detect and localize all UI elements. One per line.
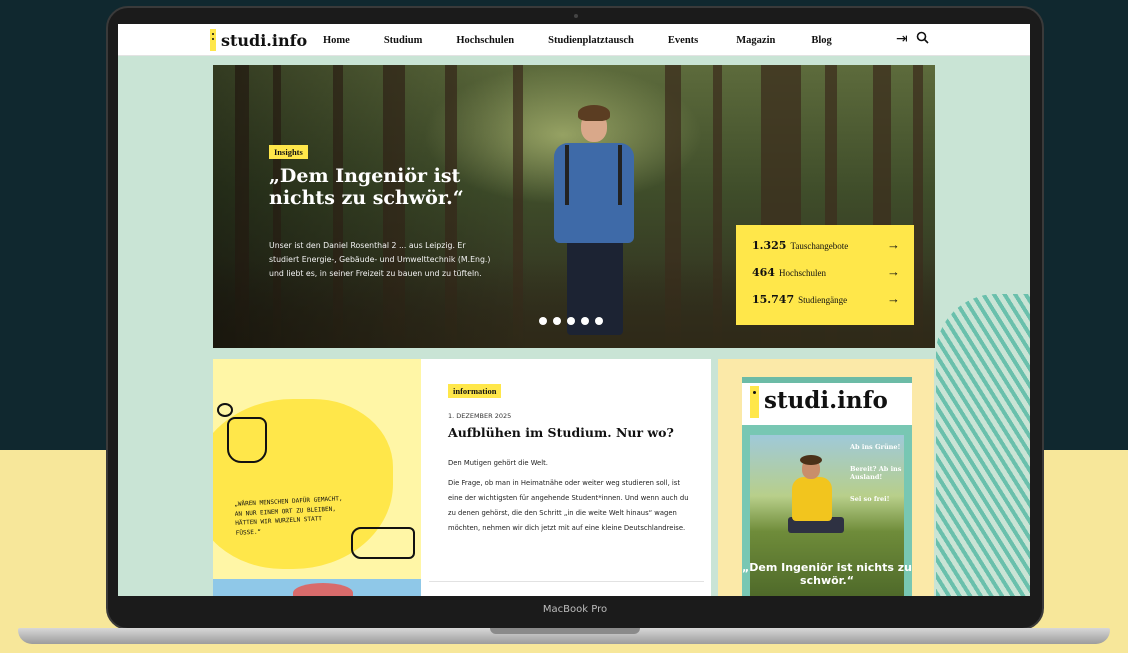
nav-icons: ⇥ xyxy=(896,30,929,47)
article-card[interactable]: information 1. DEZEMBER 2025 Aufblühen i… xyxy=(421,359,711,596)
article-title[interactable]: Aufblühen im Studium. Nur wo? xyxy=(448,425,706,440)
cover-side-titles: Ab ins Grüne! Bereit? Ab ins Ausland! Se… xyxy=(850,443,904,517)
arrow-right-icon: → xyxy=(887,264,900,279)
person-hair xyxy=(578,105,610,121)
slider-dot[interactable] xyxy=(539,317,547,325)
slider-dot[interactable] xyxy=(595,317,603,325)
site-logo-text: studi.info xyxy=(221,30,308,50)
stats-box: 1.325 Tauschangebote → 464 Hochschulen →… xyxy=(736,225,914,325)
arrow-right-icon: → xyxy=(887,291,900,306)
nav-studium[interactable]: Studium xyxy=(384,35,423,46)
arrow-right-icon: → xyxy=(887,237,900,252)
camera xyxy=(574,14,578,18)
decorative-pattern xyxy=(936,294,1030,596)
cover-side-title: Ab ins Grüne! xyxy=(850,443,901,451)
hero-text: Unser ist den Daniel Rosenthal 2 ... aus… xyxy=(269,241,491,278)
stat-label: Studiengänge xyxy=(798,295,848,305)
stat-number: 15.747 xyxy=(752,293,795,306)
article-lead: Den Mutigen gehört die Welt. xyxy=(448,459,548,467)
hands-drawing xyxy=(351,527,415,559)
article-body: Die Frage, ob man in Heimatnähe oder wei… xyxy=(448,479,689,532)
hero-title[interactable]: „Dem Ingeniör ist nichts zu schwör.“ xyxy=(269,165,489,209)
magazine-card[interactable]: studi.info Ab ins Grüne! Bereit? Ab ins … xyxy=(718,359,934,596)
stat-row-tauschangebote[interactable]: 1.325 Tauschangebote → xyxy=(752,237,900,264)
cover-person-hair xyxy=(800,455,822,465)
illustration-quote: „WÄREN MENSCHEN DAFÜR GEMACHT, AN NUR EI… xyxy=(234,495,343,537)
stat-row-hochschulen[interactable]: 464 Hochschulen → xyxy=(752,264,900,291)
browser-screen: studi.info Home Studium Hochschulen Stud… xyxy=(118,24,1030,596)
logo-mark-icon xyxy=(210,29,216,51)
article-category-tag[interactable]: information xyxy=(448,384,502,398)
backpack-strap xyxy=(565,145,569,205)
slider-dot[interactable] xyxy=(553,317,561,325)
search-icon[interactable] xyxy=(916,31,929,47)
nav-blog[interactable]: Blog xyxy=(811,35,831,46)
slider-dots xyxy=(539,317,603,325)
device-label: MacBook Pro xyxy=(542,604,608,615)
magazine-cover[interactable]: studi.info Ab ins Grüne! Bereit? Ab ins … xyxy=(742,377,912,596)
site-logo[interactable]: studi.info xyxy=(210,29,307,51)
stat-number: 1.325 xyxy=(752,239,787,252)
laptop-notch xyxy=(490,628,640,634)
flower-icon xyxy=(217,403,233,417)
cover-side-title: Sei so frei! xyxy=(850,495,890,503)
nav-hochschulen[interactable]: Hochschulen xyxy=(456,35,514,46)
slider-dot[interactable] xyxy=(581,317,589,325)
cover-strip xyxy=(742,377,912,383)
article-date: 1. DEZEMBER 2025 xyxy=(448,412,512,420)
cover-side-title: Bereit? Ab ins Ausland! xyxy=(850,465,902,481)
cover-person-jacket xyxy=(792,477,832,521)
nav-events[interactable]: Events xyxy=(668,35,698,46)
magazine-logo: studi.info xyxy=(764,387,888,414)
cover-headline: „Dem Ingeniör ist nichts zu schwör.“ xyxy=(742,561,912,587)
hand-drawing xyxy=(227,417,267,463)
next-card-image xyxy=(293,583,353,596)
stat-row-studiengaenge[interactable]: 15.747 Studiengänge → xyxy=(752,291,900,318)
nav-home[interactable]: Home xyxy=(323,35,350,46)
login-arrow-icon[interactable]: ⇥ xyxy=(896,30,908,47)
top-navigation: studi.info Home Studium Hochschulen Stud… xyxy=(118,24,1030,56)
stat-label: Tauschangebote xyxy=(790,241,849,251)
backpack-strap xyxy=(618,145,622,205)
slider-dot[interactable] xyxy=(567,317,575,325)
divider xyxy=(429,581,704,582)
nav-magazin[interactable]: Magazin xyxy=(736,35,775,46)
stat-label: Hochschulen xyxy=(778,268,826,278)
illustration-card[interactable]: „WÄREN MENSCHEN DAFÜR GEMACHT, AN NUR EI… xyxy=(213,359,421,596)
hero-category-tag[interactable]: Insights xyxy=(269,145,308,159)
hero-banner[interactable]: Insights „Dem Ingeniör ist nichts zu sch… xyxy=(213,65,935,348)
nav-studienplatztausch[interactable]: Studienplatztausch xyxy=(548,35,634,46)
magazine-logo-mark-icon xyxy=(750,386,759,418)
stat-number: 464 xyxy=(752,266,775,279)
nav-links: Home Studium Hochschulen Studienplatztau… xyxy=(323,24,832,56)
